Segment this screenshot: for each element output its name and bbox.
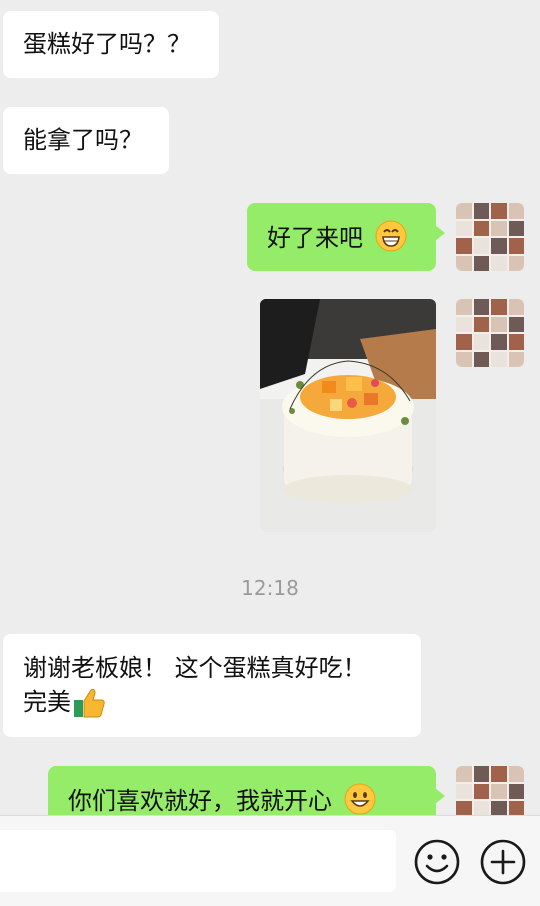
message-input[interactable] [0,830,396,892]
message-text: 谢谢老板娘！ 这个蛋糕真好吃！ [23,654,367,682]
emoji-face-icon [414,839,460,885]
smiling-face-emoji [344,783,376,815]
incoming-message[interactable]: 谢谢老板娘！ 这个蛋糕真好吃！ 完美 [3,634,421,737]
grinning-face-emoji [375,220,407,252]
message-text: 能拿了吗？ [23,126,143,154]
thumbs-up-emoji [74,688,105,718]
message-text: 你们喜欢就好，我就开心 [68,787,332,815]
avatar[interactable] [456,299,524,367]
message-text: 好了来吧 [267,224,363,252]
avatar[interactable] [456,203,524,271]
incoming-message[interactable]: 蛋糕好了吗？？ [3,11,219,78]
message-text: 蛋糕好了吗？？ [23,30,191,58]
outgoing-message[interactable]: 好了来吧 [247,203,445,271]
incoming-message[interactable]: 能拿了吗？ [3,107,169,174]
cake-image [260,299,436,532]
avatar[interactable] [456,766,524,815]
plus-button[interactable] [479,838,527,886]
input-bar [0,815,540,906]
plus-circle-icon [480,839,526,885]
chat-area[interactable]: 蛋糕好了吗？？ 能拿了吗？ 好了来吧 12:18 谢谢老板娘！ 这个蛋糕真好吃！… [0,0,540,815]
timestamp: 12:18 [241,576,299,600]
emoji-button[interactable] [413,838,461,886]
cake-photo[interactable] [260,299,436,532]
outgoing-message[interactable]: 你们喜欢就好，我就开心 [48,766,445,815]
message-text: 完美 [23,688,71,716]
